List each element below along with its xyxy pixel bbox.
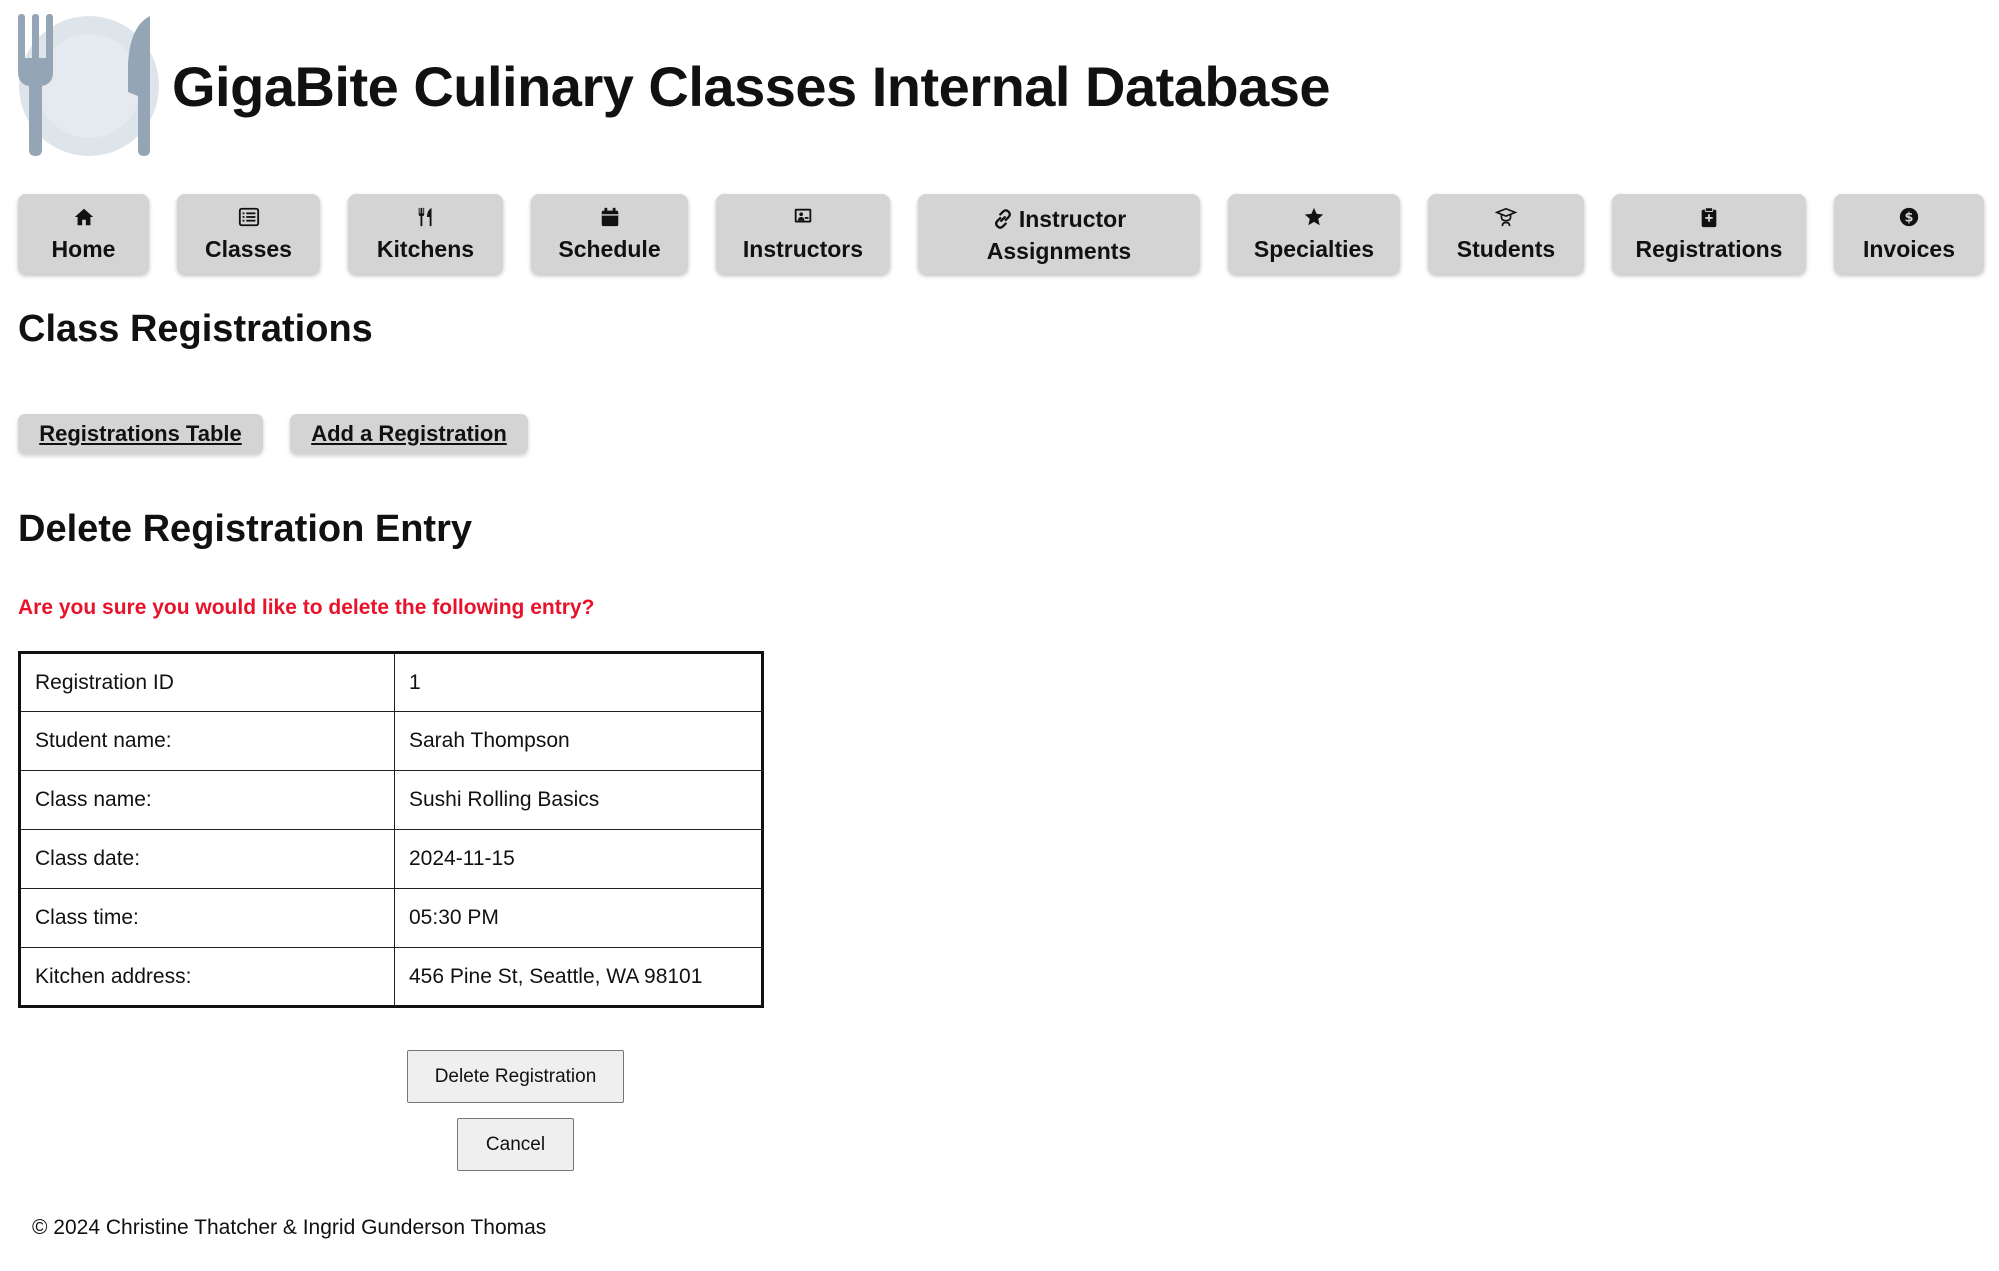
nav-instructors[interactable]: Instructors [716,194,890,274]
row-label: Class date: [19,829,395,889]
registrations-table-link[interactable]: Registrations Table [18,414,263,454]
row-value: 05:30 PM [394,888,763,948]
nav-home[interactable]: Home [18,194,149,274]
delete-title: Delete Registration Entry [18,508,472,550]
nav-instructor-assignments-label-2: Assignments [986,238,1132,264]
chalkboard-teacher-icon [794,208,812,222]
nav-kitchens[interactable]: Kitchens [348,194,503,274]
delete-warning: Are you sure you would like to delete th… [18,596,595,619]
table-row: Class name: Sushi Rolling Basics [19,770,763,830]
delete-registration-button[interactable]: Delete Registration [407,1050,624,1103]
row-label: Class time: [19,888,395,948]
row-value: Sushi Rolling Basics [394,770,763,830]
row-value: 1 [394,652,763,712]
row-value: 456 Pine St, Seattle, WA 98101 [394,947,763,1007]
nav-instructor-assignments-label-1: Instructor [1018,206,1127,232]
nav-schedule-label: Schedule [558,235,661,262]
nav-kitchens-label: Kitchens [376,235,475,262]
site-title: GigaBite Culinary Classes Internal Datab… [172,54,1331,118]
nav-specialties-label: Specialties [1253,235,1375,262]
row-label: Class name: [19,770,395,830]
entry-details-table: Registration ID 1 Student name: Sarah Th… [18,651,764,1008]
site-header: GigaBite Culinary Classes Internal Datab… [18,14,1331,158]
row-value: 2024-11-15 [394,829,763,889]
nav-registrations[interactable]: Registrations [1612,194,1806,274]
nav-specialties[interactable]: Specialties [1228,194,1400,274]
nav-students-label: Students [1456,235,1556,262]
nav-students[interactable]: Students [1428,194,1584,274]
calendar-icon [601,207,618,226]
footer-copyright: © 2024 Christine Thatcher & Ingrid Gunde… [32,1216,547,1239]
plate-fork-knife-icon [18,14,159,156]
nav-home-label: Home [51,235,116,262]
row-value: Sarah Thompson [394,711,763,771]
table-row: Registration ID 1 [19,652,763,712]
home-icon [74,208,93,225]
nav-instructors-label: Instructors [742,235,864,262]
table-row: Class time: 05:30 PM [19,888,763,948]
nav-instructor-assignments[interactable]: Instructor Assignments [918,194,1200,274]
nav-schedule[interactable]: Schedule [531,194,688,274]
nav-classes-label: Classes [205,235,292,262]
list-icon [238,207,259,226]
nav-classes[interactable]: Classes [177,194,320,274]
dollar-circle-icon: $ [1899,207,1919,226]
table-row: Class date: 2024-11-15 [19,829,763,889]
nav-invoices-label: Invoices [1862,235,1956,262]
nav-registrations-label: Registrations [1635,235,1783,262]
star-icon [1304,207,1324,225]
utensils-icon [418,207,431,226]
table-row: Kitchen address: 456 Pine St, Seattle, W… [19,947,763,1007]
main-nav: Home Classes Kitchens Schedule Instructo… [18,194,1990,274]
table-row: Student name: Sarah Thompson [19,711,763,771]
nav-instructor-assignments-line1: Instructor [992,203,1126,235]
svg-text:$: $ [1905,210,1914,225]
graduate-icon [1495,207,1517,226]
row-label: Student name: [19,711,395,771]
row-label: Registration ID [19,652,395,712]
nav-invoices[interactable]: $ Invoices [1834,194,1984,274]
cancel-button[interactable]: Cancel [457,1118,574,1171]
section-title: Class Registrations [18,308,373,350]
row-label: Kitchen address: [19,947,395,1007]
clipboard-icon [1701,206,1717,227]
add-registration-link[interactable]: Add a Registration [290,414,528,454]
link-icon [994,209,1011,229]
